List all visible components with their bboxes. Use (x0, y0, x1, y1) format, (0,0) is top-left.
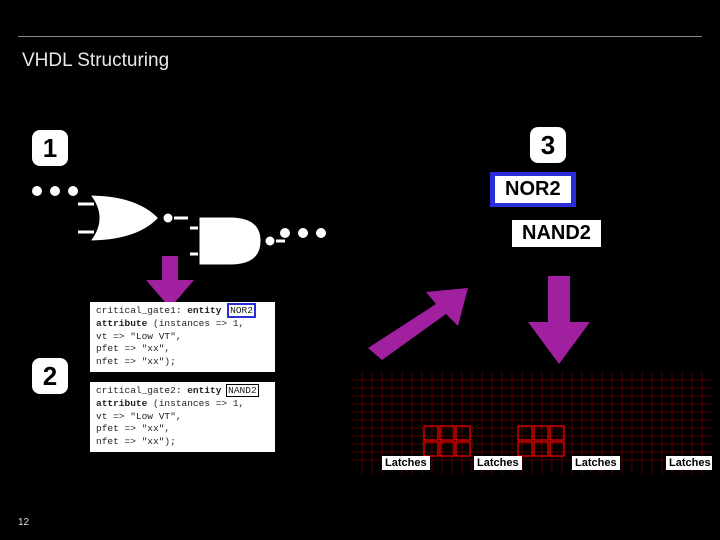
code-entity-ref: NOR2 (227, 303, 256, 318)
arrow-upright-icon (368, 286, 488, 366)
chip-layout-panel: Latches Latches Latches Latches (352, 372, 712, 474)
code-text: critical_gate2: (96, 385, 187, 396)
code-line: nfet => "xx"); (96, 356, 269, 369)
ellipsis-dots (32, 186, 78, 196)
page-title: VHDL Structuring (22, 50, 169, 72)
latch-label: Latches (572, 456, 620, 470)
latch-label: Latches (382, 456, 430, 470)
step-badge-2: 2 (32, 358, 68, 394)
vhdl-code-gate2: critical_gate2: entity NAND2 attribute (… (90, 382, 275, 452)
vhdl-code-gate1: critical_gate1: entity NOR2 attribute (i… (90, 302, 275, 372)
step-badge-1: 1 (32, 130, 68, 166)
code-keyword: attribute (96, 318, 147, 329)
code-entity-ref: NAND2 (227, 385, 258, 396)
code-text: (instances => 1, (147, 318, 244, 329)
step-badge-3: 3 (530, 127, 566, 163)
divider-top (18, 36, 702, 37)
code-text: critical_gate1: (96, 305, 187, 316)
latch-label: Latches (666, 456, 712, 470)
code-keyword: attribute (96, 398, 147, 409)
nor-gate-icon (78, 190, 188, 246)
ellipsis-dots (280, 228, 326, 238)
code-line: vt => "Low VT", (96, 331, 269, 344)
code-line: nfet => "xx"); (96, 436, 269, 449)
code-keyword: entity (187, 385, 221, 396)
page-number: 12 (18, 517, 29, 528)
nor2-label: NOR2 (490, 172, 576, 207)
code-text: (instances => 1, (147, 398, 244, 409)
code-line: vt => "Low VT", (96, 411, 269, 424)
nand-gate-icon (190, 212, 285, 270)
code-keyword: entity (187, 305, 221, 316)
arrow-down-icon (522, 276, 596, 368)
latch-label: Latches (474, 456, 522, 470)
code-line: pfet => "xx", (96, 423, 269, 436)
code-line: pfet => "xx", (96, 343, 269, 356)
nand2-label: NAND2 (510, 218, 603, 249)
